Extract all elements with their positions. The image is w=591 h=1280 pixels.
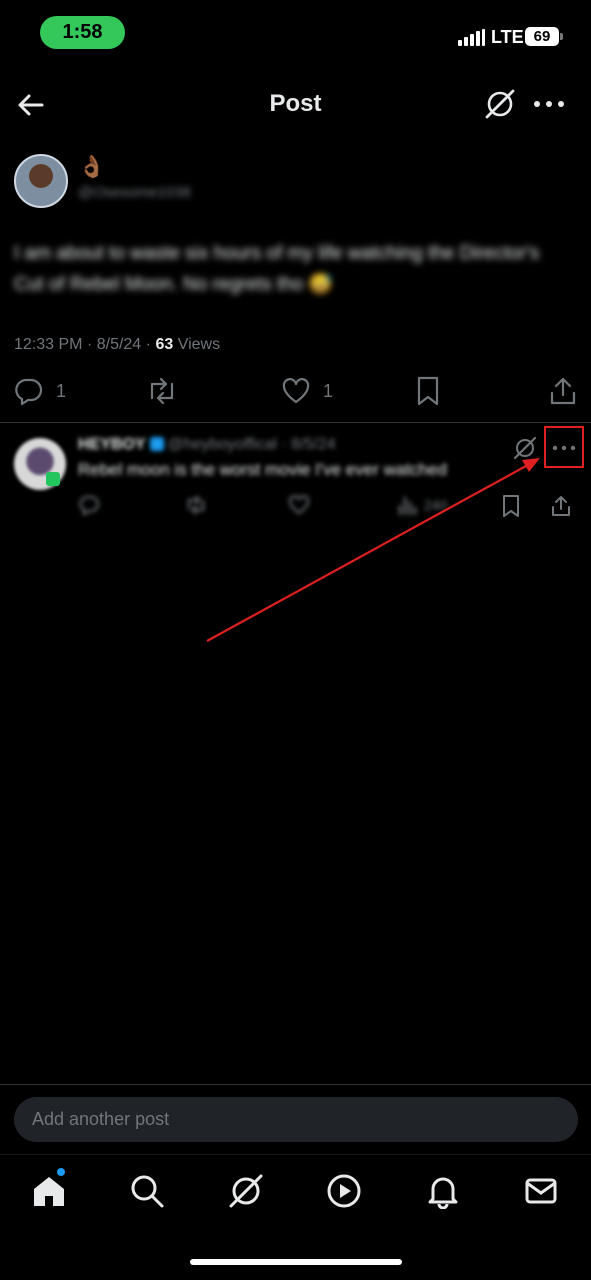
video-icon[interactable] (326, 1173, 362, 1209)
reply-like-button[interactable] (288, 494, 310, 516)
status-time: 1:58 (40, 16, 125, 49)
post-meta: 12:33 PM · 8/5/24 · 63 Views (14, 336, 221, 353)
post-actions: 1 1 (0, 374, 591, 414)
status-bar: 1:58 LTE 69 (0, 0, 591, 64)
home-indicator (190, 1259, 402, 1265)
reply-views-button[interactable]: 240 (396, 494, 447, 516)
heart-icon (288, 495, 310, 515)
reply-actions: 240 (78, 494, 578, 520)
grok-icon[interactable] (483, 87, 517, 121)
more-options-icon[interactable] (531, 90, 567, 118)
notifications-icon[interactable] (425, 1173, 461, 1210)
like-count: 1 (323, 380, 334, 401)
reply-button[interactable]: 1 (14, 374, 66, 408)
bookmark-icon (417, 376, 439, 406)
reply-share-button[interactable] (550, 494, 572, 518)
annotation-highlight-box (544, 426, 584, 468)
composer-bar: Add another post (0, 1084, 591, 1154)
reply-count: 1 (56, 380, 67, 401)
post-text: I am about to waste six hours of my life… (14, 243, 540, 295)
verified-icon (149, 437, 164, 451)
tab-bar (0, 1154, 591, 1280)
signal-icon (458, 28, 486, 46)
battery-tip (560, 33, 563, 40)
repost-icon (188, 495, 204, 515)
share-icon (550, 377, 576, 405)
views-icon (398, 496, 417, 516)
share-button[interactable] (548, 374, 578, 408)
add-post-input[interactable]: Add another post (14, 1097, 578, 1142)
top-bar: Post (0, 70, 591, 138)
post-time: 12:33 PM (14, 336, 83, 353)
repost-button[interactable] (145, 374, 179, 408)
views-label: Views (177, 336, 221, 353)
divider (0, 422, 591, 423)
repost-icon (150, 377, 174, 405)
bookmark-icon (503, 495, 519, 517)
notification-dot (56, 1167, 66, 1177)
messages-icon[interactable] (523, 1173, 559, 1209)
reply-text: Rebel moon is the worst movie I've ever … (78, 460, 447, 479)
bookmark-button[interactable] (414, 374, 442, 408)
reply-name[interactable]: HEYBOY (78, 436, 146, 453)
avatar-badge (46, 472, 60, 486)
reply-bookmark-button[interactable] (500, 494, 522, 518)
reply-repost-button[interactable] (184, 494, 208, 516)
grok-icon[interactable] (228, 1173, 264, 1209)
like-button[interactable]: 1 (281, 374, 333, 408)
display-name[interactable]: 👌🏾 (78, 154, 105, 180)
reply-icon (79, 496, 99, 516)
reply-views-count: 240 (424, 497, 448, 513)
network-label: LTE (491, 27, 524, 47)
home-icon[interactable] (31, 1173, 67, 1209)
reply-icon (15, 378, 43, 406)
grok-icon[interactable] (513, 436, 537, 460)
avatar[interactable] (14, 154, 68, 208)
views-count[interactable]: 63 (155, 336, 173, 353)
battery-icon: 69 (525, 27, 559, 46)
reply-handle-date: @heyboyoffical · 8/5/24 (167, 436, 336, 453)
reply-header: HEYBOY @heyboyoffical · 8/5/24 (78, 436, 336, 454)
reply-post[interactable]: HEYBOY @heyboyoffical · 8/5/24 Rebel moon… (0, 424, 591, 534)
search-icon[interactable] (129, 1173, 165, 1209)
share-icon (552, 496, 570, 516)
post-date: 8/5/24 (96, 336, 142, 353)
reply-reply-button[interactable] (78, 494, 100, 516)
user-handle[interactable]: @Osesome1038 (78, 184, 191, 201)
heart-icon (282, 378, 310, 404)
